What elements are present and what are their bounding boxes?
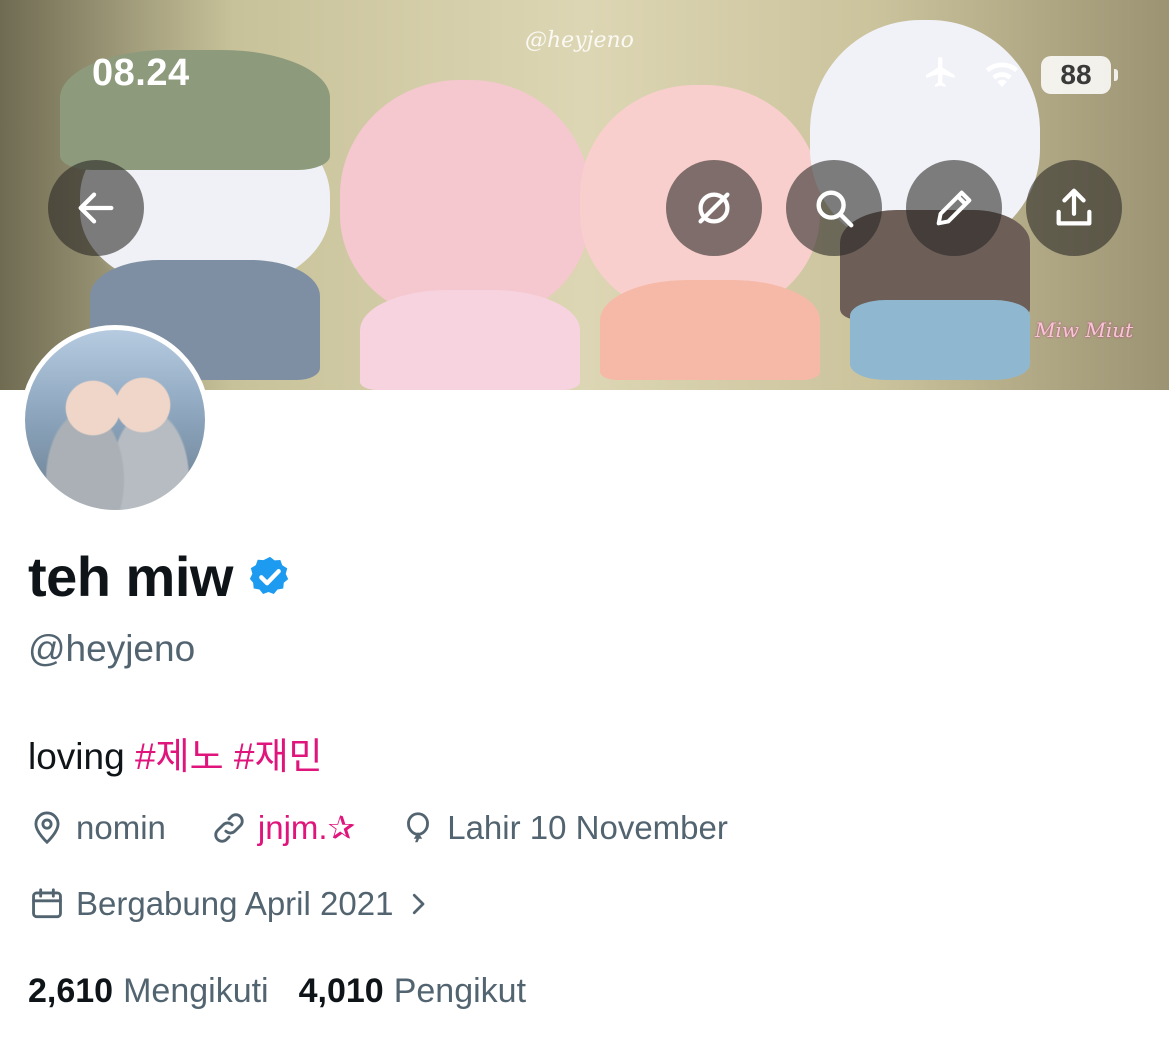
birthday-text: Lahir 10 November xyxy=(447,808,728,846)
profile-meta-row: nomin jnjm.✰ Lahir 10 November xyxy=(28,808,772,847)
edit-button[interactable] xyxy=(906,160,1002,256)
avatar[interactable] xyxy=(20,325,210,515)
share-icon xyxy=(1056,188,1092,226)
location-icon xyxy=(34,811,60,844)
location-item: nomin xyxy=(28,809,166,847)
banner-plush-2 xyxy=(340,80,590,320)
joined-text: Bergabung April 2021 xyxy=(76,885,394,922)
website-link[interactable]: jnjm.✰ xyxy=(258,808,355,847)
calendar-icon xyxy=(32,888,62,919)
banner-watermark: @heyjeno xyxy=(525,28,634,53)
status-icons: 88 xyxy=(919,54,1118,95)
name-row: teh miw xyxy=(28,544,293,609)
bio-text: loving xyxy=(28,736,125,777)
followers-count: 4,010 xyxy=(298,972,384,1010)
display-name: teh miw xyxy=(28,545,233,608)
grok-button[interactable] xyxy=(666,160,762,256)
joined-row[interactable]: Bergabung April 2021 xyxy=(28,885,433,923)
bio-hashtag[interactable]: #제노 xyxy=(135,736,224,777)
following-link[interactable]: 2,610 Mengikuti xyxy=(28,972,269,1011)
search-button[interactable] xyxy=(786,160,882,256)
bio-hashtag[interactable]: #재민 xyxy=(234,736,323,777)
banner-plush-4-legs xyxy=(850,300,1030,380)
joined-item[interactable]: Bergabung April 2021 xyxy=(28,885,433,923)
grok-icon xyxy=(698,192,730,224)
banner-plush-2-body xyxy=(360,290,580,390)
followers-link[interactable]: 4,010 Pengikut xyxy=(299,972,526,1011)
profile-handle: @heyjeno xyxy=(28,628,196,669)
search-icon xyxy=(816,190,854,228)
wifi-icon xyxy=(979,54,1025,95)
airplane-icon xyxy=(919,54,963,95)
back-arrow-icon xyxy=(78,192,114,224)
followers-label: Pengikut xyxy=(393,972,527,1010)
follow-stats: 2,610 Mengikuti 4,010 Pengikut xyxy=(28,972,526,1011)
edit-icon xyxy=(936,190,972,226)
profile-bio: loving #제노 #재민 xyxy=(28,726,323,780)
back-button[interactable] xyxy=(48,160,144,256)
balloon-icon xyxy=(407,811,430,842)
following-count: 2,610 xyxy=(28,972,114,1010)
chevron-right-icon xyxy=(413,893,425,915)
banner-watermark-corner: Miw Miut xyxy=(1035,318,1134,342)
location-text: nomin xyxy=(76,808,166,846)
following-label: Mengikuti xyxy=(123,972,269,1010)
website-item[interactable]: jnjm.✰ xyxy=(210,808,355,847)
verified-badge-icon[interactable] xyxy=(247,554,293,600)
banner-plush-3-body xyxy=(600,280,820,380)
status-time: 08.24 xyxy=(92,52,190,94)
battery-indicator: 88 xyxy=(1041,55,1118,94)
birthday-item: Lahir 10 November xyxy=(399,809,728,847)
link-icon xyxy=(214,812,244,843)
share-button[interactable] xyxy=(1026,160,1122,256)
